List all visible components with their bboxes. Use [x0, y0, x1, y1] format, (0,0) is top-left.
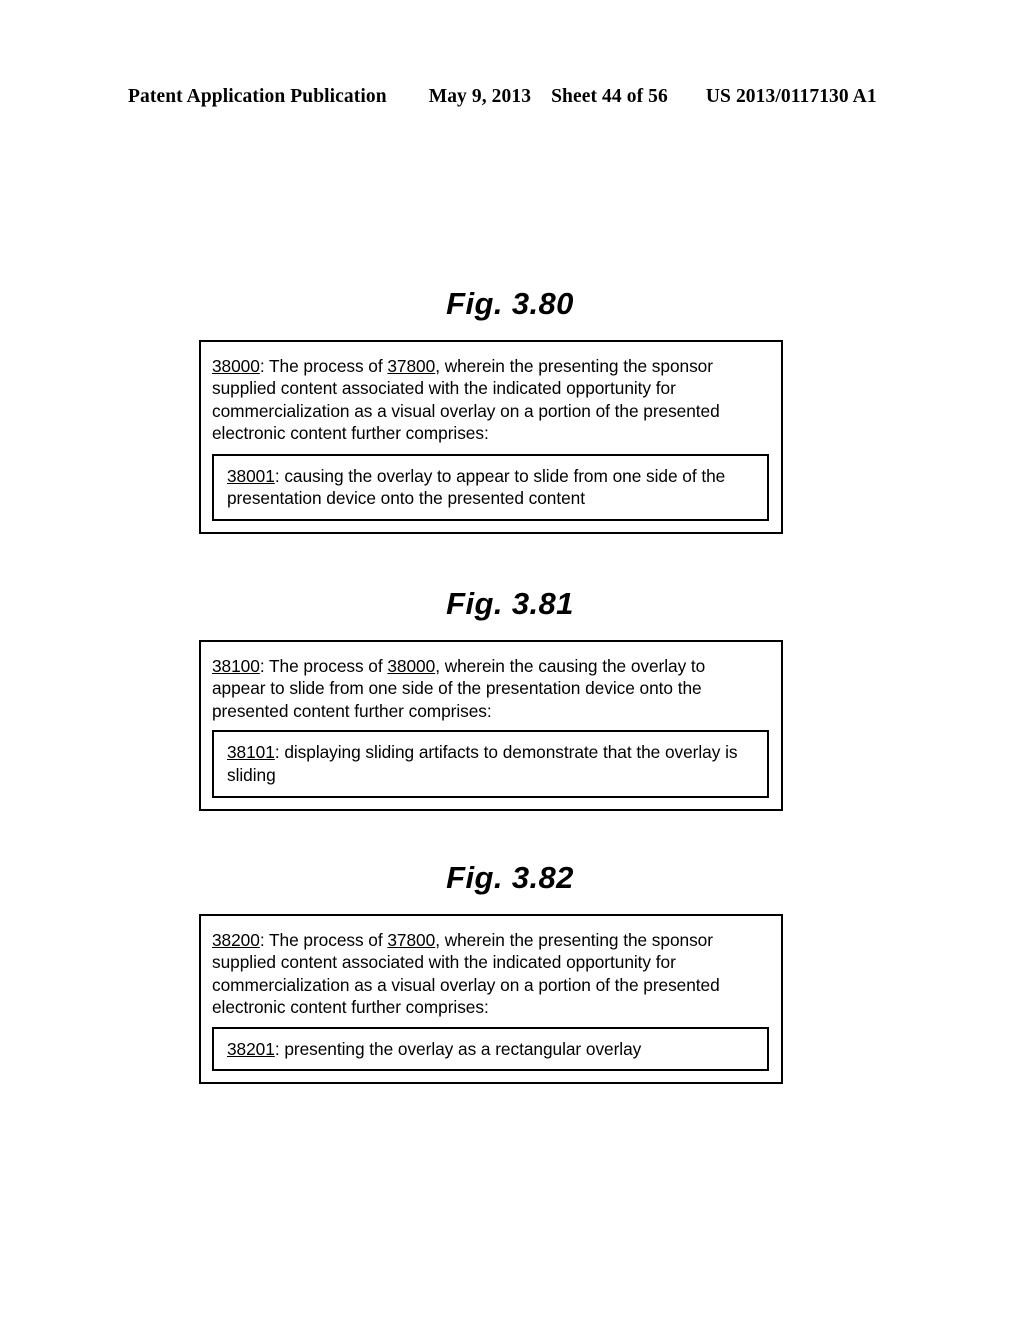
- process-box-outer-text: 38100: The process of 38000, wherein the…: [212, 655, 725, 722]
- figure-block: Fig. 3.80 38000: The process of 37800, w…: [199, 286, 783, 535]
- process-box-inner: 38001: causing the overlay to appear to …: [212, 453, 769, 522]
- figure-title: Fig. 3.81: [446, 586, 574, 621]
- process-box-inner: 38101: displaying sliding artifacts to d…: [212, 730, 769, 799]
- figure-title: Fig. 3.82: [446, 860, 574, 895]
- lead-text: The process of: [264, 930, 388, 950]
- reference-number-cited: 37800: [387, 930, 436, 950]
- figure-block: Fig. 3.81 38100: The process of 38000, w…: [199, 586, 783, 812]
- body-text: presenting the overlay as a rectangular …: [279, 1038, 642, 1059]
- process-box-outer: 38000: The process of 37800, wherein the…: [199, 340, 783, 535]
- lead-text: The process of: [264, 656, 388, 676]
- process-box-inner-text: 38001: causing the overlay to appear to …: [227, 465, 755, 510]
- reference-number: 38001: [227, 465, 275, 486]
- process-box-outer: 38100: The process of 38000, wherein the…: [199, 640, 783, 812]
- figure-block: Fig. 3.82 38200: The process of 37800, w…: [199, 860, 783, 1085]
- figure-title: Fig. 3.80: [446, 286, 574, 321]
- process-box-inner-text: 38201: presenting the overlay as a recta…: [227, 1038, 755, 1060]
- process-box-outer-text: 38000: The process of 37800, wherein the…: [212, 355, 725, 445]
- process-box-inner: 38201: presenting the overlay as a recta…: [212, 1026, 769, 1072]
- publication-date: May 9, 2013: [428, 86, 532, 107]
- process-box-outer: 38200: The process of 37800, wherein the…: [199, 914, 783, 1085]
- reference-number-cited: 37800: [387, 356, 436, 376]
- reference-number-cited: 38000: [387, 656, 436, 676]
- lead-text: The process of: [264, 356, 388, 376]
- reference-number: 38100: [212, 656, 260, 676]
- reference-number: 38000: [212, 356, 260, 376]
- sheet-number: Sheet 44 of 56: [551, 86, 668, 107]
- page-header: Patent Application Publication May 9, 20…: [128, 86, 896, 114]
- reference-number: 38201: [227, 1038, 275, 1059]
- reference-number: 38200: [212, 930, 260, 950]
- process-box-outer-text: 38200: The process of 37800, wherein the…: [212, 929, 725, 1019]
- body-text: causing the overlay to appear to slide f…: [227, 465, 726, 509]
- publication-label: Patent Application Publication: [128, 86, 387, 107]
- process-box-inner-text: 38101: displaying sliding artifacts to d…: [227, 741, 755, 786]
- body-text: displaying sliding artifacts to demonstr…: [227, 742, 738, 785]
- patent-number: US 2013/0117130 A1: [705, 86, 877, 107]
- reference-number: 38101: [227, 742, 275, 763]
